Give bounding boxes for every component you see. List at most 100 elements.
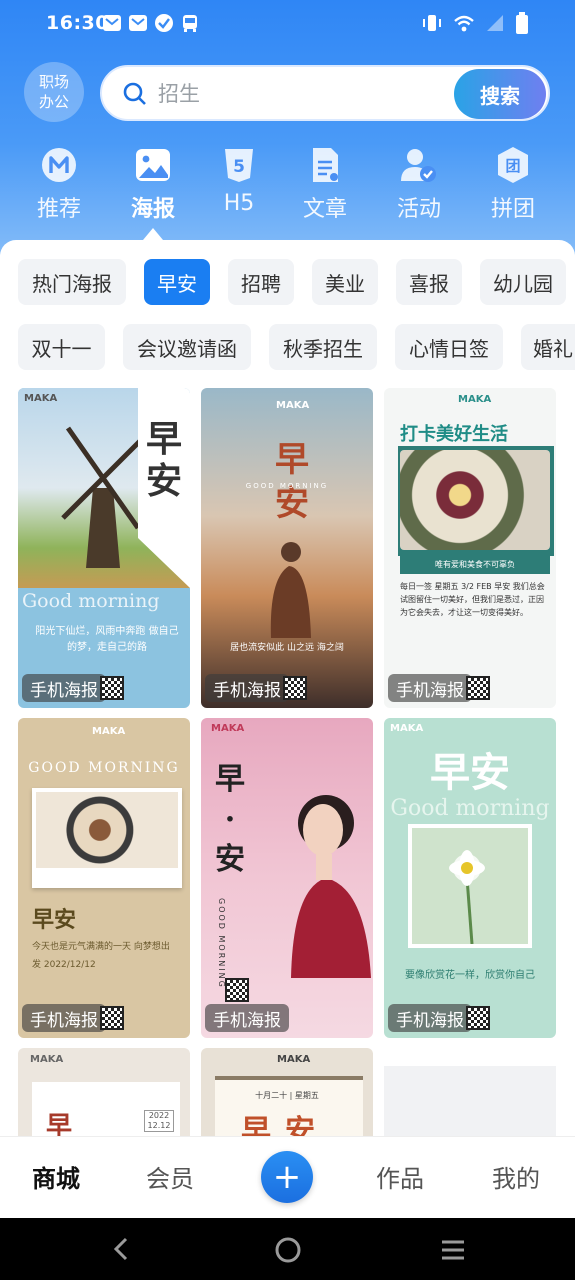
poster-type-badge: 手机海报 <box>22 674 106 702</box>
tag-chip[interactable]: 幼儿园 <box>480 259 566 305</box>
category-label: 活动 <box>396 197 441 222</box>
recent-apps-icon[interactable] <box>440 1238 466 1262</box>
vibrate-icon <box>423 15 441 31</box>
poster-text: 阳光下仙烂，风雨中奔跑 做自己的梦，走自己的路 <box>35 626 179 653</box>
search-input[interactable] <box>158 77 448 111</box>
food-photo <box>400 450 550 550</box>
poster-card[interactable]: MAKA 早安 GOOD MORNING 居也流安似此 山之远 海之阔 手机海报 <box>201 388 373 708</box>
poster-type-badge: 手机海报 <box>205 1004 289 1032</box>
tab-mine[interactable]: 我的 <box>492 1159 540 1194</box>
brand-logo: MAKA <box>211 723 245 734</box>
poster-type-badge: 手机海报 <box>388 674 472 702</box>
windmill-illustration <box>61 426 145 568</box>
category-group-buy[interactable]: 团 拼团 <box>468 145 558 223</box>
category-label: H5 <box>223 191 255 216</box>
poster-text: 今天也是元气满满的一天 向梦想出发 2022/12/12 <box>32 942 170 970</box>
status-time: 16:30 <box>46 12 109 34</box>
category-label: 文章 <box>302 197 347 222</box>
tag-chip[interactable]: 婚礼 <box>521 324 575 370</box>
brand-logo: MAKA <box>24 393 58 404</box>
brand-logo: MAKA <box>277 1054 311 1065</box>
brand-logo: MAKA <box>390 723 424 734</box>
notification-icons <box>102 13 200 33</box>
system-navigation-bar <box>0 1218 575 1280</box>
tab-shop[interactable]: 商城 <box>32 1159 80 1194</box>
brand-logo: MAKA <box>276 400 310 411</box>
activity-user-icon <box>401 149 436 182</box>
category-recommend[interactable]: 推荐 <box>14 145 104 223</box>
status-bar: 16:30 <box>0 0 575 48</box>
poster-subtitle: GOOD MORNING <box>217 898 226 989</box>
tag-chip[interactable]: 喜报 <box>396 259 462 305</box>
poster-subtitle: Good morning <box>390 796 550 821</box>
workplace-office-button[interactable]: 职场办公 <box>24 62 84 122</box>
poster-text: 居也流安似此 山之远 海之阔 <box>230 643 344 653</box>
create-button[interactable]: + <box>261 1151 313 1203</box>
poster-card[interactable]: MAKA 早安 Good morning 要像欣赏花一样，欣赏你自己 手机海报 <box>384 718 556 1038</box>
tab-works[interactable]: 作品 <box>376 1159 424 1194</box>
group-buy-icon: 团 <box>498 147 528 183</box>
article-icon <box>313 148 338 182</box>
brand-logo: MAKA <box>30 1054 64 1065</box>
bus-icon <box>183 15 197 32</box>
poster-card-placeholder <box>384 1066 556 1136</box>
poster-title: 早 <box>46 1112 73 1136</box>
brand-logo: MAKA <box>458 394 492 405</box>
poster-title: 早安 <box>430 749 510 796</box>
brand-logo: MAKA <box>92 726 126 737</box>
poster-text: 每日一签 星期五 3/2 FEB 早安 我们总会试图留住一切美好，但我们是悉过，… <box>400 582 545 617</box>
home-icon[interactable] <box>274 1236 302 1264</box>
tag-chip[interactable]: 心情日签 <box>395 324 503 370</box>
h5-icon: 5 <box>225 149 253 182</box>
poster-card[interactable]: MAKA 早安 Good morning 阳光下仙烂，风雨中奔跑 做自己的梦，走… <box>18 388 190 708</box>
tag-chip[interactable]: 招聘 <box>228 259 294 305</box>
poster-subtitle: Good morning <box>22 590 160 612</box>
system-status-icons <box>421 12 529 34</box>
bottom-tab-bar: 商城 会员 + 作品 我的 <box>0 1136 575 1218</box>
category-activity[interactable]: 活动 <box>374 145 464 223</box>
category-poster[interactable]: 海报 <box>108 145 198 223</box>
poster-title: 早安 <box>146 418 183 502</box>
tag-chip[interactable]: 双十一 <box>18 324 105 370</box>
poster-image-icon <box>136 149 170 181</box>
tag-chip[interactable]: 美业 <box>312 259 378 305</box>
category-label: 海报 <box>130 197 175 222</box>
poster-title: 早·安 <box>215 762 245 877</box>
poster-subtitle: 十月二十 | 星期五 <box>255 1091 319 1100</box>
category-article[interactable]: 文章 <box>280 145 370 223</box>
tag-chip[interactable]: 会议邀请函 <box>123 324 251 370</box>
category-nav: 推荐 海报 5 H5 文章 活动 团 拼团 <box>0 145 575 245</box>
flower-illustration <box>412 828 528 944</box>
qr-code-icon <box>466 676 490 700</box>
poster-subtitle: GOOD MORNING <box>245 482 329 490</box>
poster-type-badge: 手机海报 <box>205 674 289 702</box>
mail-icon <box>103 15 121 31</box>
qr-code-icon <box>100 676 124 700</box>
tab-member[interactable]: 会员 <box>146 1159 194 1194</box>
workplace-office-label: 职场办公 <box>38 73 69 111</box>
poster-card[interactable]: MAKA 早·安 GOOD MORNING 手机海报 <box>201 718 373 1038</box>
poster-subtitle: GOOD MORNING <box>28 760 180 776</box>
qr-code-icon <box>466 1006 490 1030</box>
search-button[interactable]: 搜索 <box>454 69 546 119</box>
category-label: 拼团 <box>490 197 535 222</box>
poster-card[interactable]: MAKA GOOD MORNING 早安 今天也是元气满满的一天 向梦想出发 2… <box>18 718 190 1038</box>
mail-icon <box>129 15 147 31</box>
header: 16:30 职场办公 搜索 推荐 海报 5 <box>0 0 575 260</box>
poster-card[interactable]: MAKA 早 2022 12.12 <box>18 1048 190 1136</box>
tag-row-2: 双十一 会议邀请函 秋季招生 心情日签 婚礼 <box>0 324 575 372</box>
back-icon[interactable] <box>110 1236 134 1262</box>
tag-chip[interactable]: 热门海报 <box>18 259 126 305</box>
check-circle-icon <box>155 14 173 32</box>
search-bar[interactable]: 搜索 <box>100 65 550 121</box>
svg-text:5: 5 <box>233 157 245 177</box>
poster-card[interactable]: MAKA 打卡美好生活 唯有爱和美食不可辜负 每日一签 星期五 3/2 FEB … <box>384 388 556 708</box>
svg-text:团: 团 <box>505 157 520 175</box>
poster-card[interactable]: MAKA 十月二十 | 星期五 早安 <box>201 1048 373 1136</box>
qr-code-icon <box>100 1006 124 1030</box>
poster-text: 要像欣赏花一样，欣赏你自己 <box>405 970 535 981</box>
tag-chip-active[interactable]: 早安 <box>144 259 210 305</box>
poster-subtitle: 2022 12.12 <box>144 1110 174 1132</box>
category-h5[interactable]: 5 H5 <box>194 145 284 216</box>
tag-chip[interactable]: 秋季招生 <box>269 324 377 370</box>
